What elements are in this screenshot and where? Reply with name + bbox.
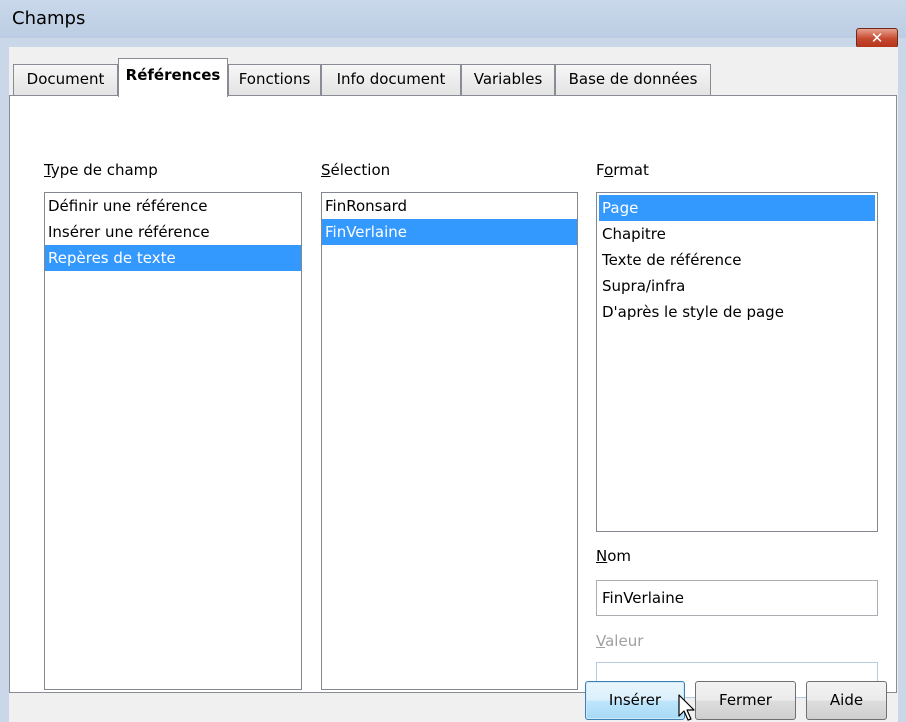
dialog-title: Champs <box>12 8 86 29</box>
tab-variables[interactable]: Variables <box>461 64 555 95</box>
label-rest: rmat <box>613 161 649 179</box>
tab-label: Références <box>125 66 221 84</box>
selection-listbox[interactable]: FinRonsard FinVerlaine <box>321 192 578 690</box>
accelerator-letter: N <box>596 547 608 565</box>
selection-label: Sélection <box>321 161 390 179</box>
accelerator-letter: o <box>604 161 614 179</box>
label-pre: F <box>596 161 605 179</box>
dialog-window: Champs ✕ Document Références Fonctions I… <box>0 0 906 722</box>
type-de-champ-label: Type de champ <box>44 161 158 179</box>
label-rest: élection <box>330 161 391 179</box>
tab-label: Fonctions <box>238 70 311 88</box>
accelerator-letter: V <box>596 632 606 650</box>
help-button[interactable]: Aide <box>806 681 887 720</box>
list-item[interactable]: Supra/infra <box>599 273 875 299</box>
close-icon: ✕ <box>870 29 884 47</box>
tab-label: Base de données <box>568 70 698 88</box>
tab-label: Document <box>26 70 105 88</box>
tab-references[interactable]: Références <box>118 58 228 97</box>
dialog-client-area: Document Références Fonctions Info docum… <box>9 47 898 722</box>
accelerator-letter: S <box>321 161 331 179</box>
list-item[interactable]: Texte de référence <box>599 247 875 273</box>
list-item[interactable]: Repères de texte <box>45 245 301 271</box>
nom-label: Nom <box>596 547 631 565</box>
valeur-label: Valeur <box>596 632 643 650</box>
tab-page-references: Type de champ Définir une référence Insé… <box>9 95 897 698</box>
format-listbox[interactable]: Page Chapitre Texte de référence Supra/i… <box>596 192 878 532</box>
list-item[interactable]: D'après le style de page <box>599 299 875 325</box>
list-item[interactable]: Définir une référence <box>45 193 301 219</box>
tab-base-de-donnees[interactable]: Base de données <box>555 64 711 95</box>
list-item[interactable]: FinVerlaine <box>322 219 577 245</box>
list-item[interactable]: Chapitre <box>599 221 875 247</box>
type-de-champ-listbox[interactable]: Définir une référence Insérer une référe… <box>44 192 302 690</box>
mouse-pointer-icon <box>678 694 695 721</box>
nom-input[interactable]: FinVerlaine <box>596 580 878 616</box>
list-item[interactable]: FinRonsard <box>322 193 577 219</box>
insert-button[interactable]: Insérer <box>585 681 685 720</box>
tab-info-document[interactable]: Info document <box>321 64 461 95</box>
accelerator-letter: T <box>44 161 51 179</box>
tab-label: Variables <box>473 70 543 88</box>
title-bar[interactable]: Champs <box>0 0 906 38</box>
list-item[interactable]: Page <box>599 195 875 221</box>
tab-fonctions[interactable]: Fonctions <box>228 64 321 95</box>
format-label: Format <box>596 161 649 179</box>
tab-label: Info document <box>336 70 446 88</box>
label-rest: aleur <box>605 632 644 650</box>
tab-document[interactable]: Document <box>13 64 118 95</box>
close-window-button[interactable]: ✕ <box>856 28 898 48</box>
close-button[interactable]: Fermer <box>695 681 796 720</box>
label-rest: om <box>607 547 632 565</box>
label-rest: ype de champ <box>50 161 158 179</box>
tab-strip: Document Références Fonctions Info docum… <box>9 47 898 97</box>
list-item[interactable]: Insérer une référence <box>45 219 301 245</box>
